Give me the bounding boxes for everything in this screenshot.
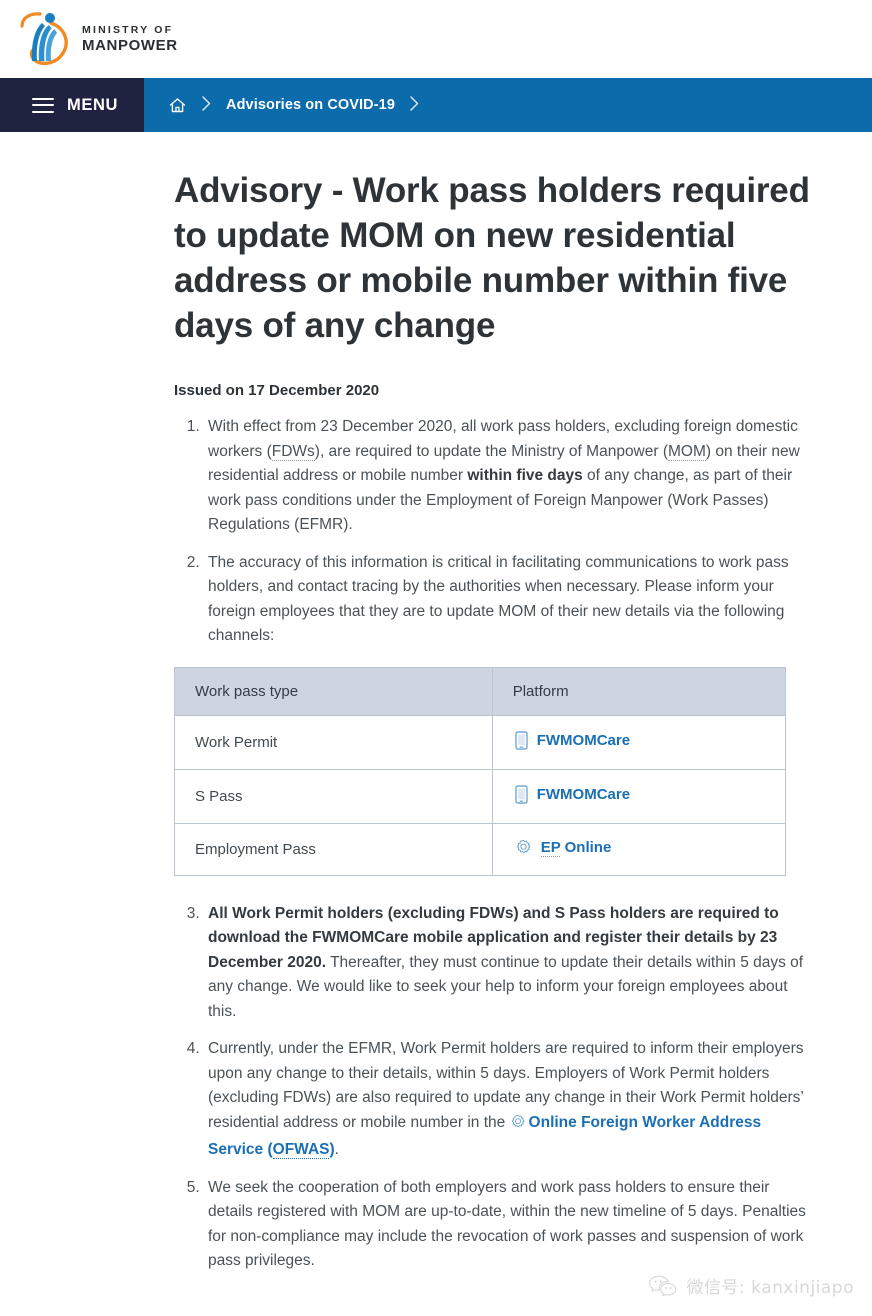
cell-work-pass-type: Work Permit	[174, 714, 493, 770]
mobile-phone-icon	[515, 784, 528, 804]
advisory-list: With effect from 23 December 2020, all w…	[174, 415, 814, 649]
table-row: Work Permit FWMOMCare	[174, 714, 787, 770]
page-title: Advisory - Work pass holders required to…	[174, 171, 810, 345]
link-label: EP Online	[540, 838, 612, 857]
logo-line-2: MANPOWER	[82, 36, 178, 54]
list-item-5: We seek the cooperation of both employer…	[204, 1176, 814, 1274]
issued-date: Issued on 17 December 2020	[174, 382, 380, 399]
mom-logo-icon[interactable]	[18, 9, 74, 69]
site-logo-text: MINISTRY OF MANPOWER	[82, 23, 178, 54]
gear-icon-inline	[510, 1114, 526, 1134]
mobile-phone-icon	[515, 730, 528, 750]
chevron-right-icon-2	[409, 95, 420, 115]
advisory-list-continued: All Work Permit holders (excluding FDWs)…	[174, 902, 814, 1274]
cell-platform: EP Online	[491, 822, 787, 876]
item-1-text: With effect from 23 December 2020, all w…	[208, 418, 800, 533]
link-fwmomcare[interactable]: FWMOMCare	[515, 784, 631, 804]
platform-table: Work pass type Platform Work Permit FWMO…	[174, 666, 787, 876]
abbr-fdws: FDWs	[271, 442, 315, 461]
breadcrumb-item-advisories[interactable]: Advisories on COVID-19	[226, 97, 395, 113]
menu-button[interactable]: MENU	[0, 78, 144, 132]
breadcrumb: Advisories on COVID-19	[144, 78, 872, 132]
abbr-ofwas: OFWAS	[272, 1141, 330, 1159]
chevron-right-icon	[201, 95, 212, 115]
article-content: Advisory - Work pass holders required to…	[0, 132, 872, 1274]
home-icon[interactable]	[168, 96, 187, 115]
hamburger-icon	[32, 97, 54, 113]
col-header-work-pass-type: Work pass type	[174, 666, 493, 716]
gear-icon	[515, 839, 532, 856]
list-item-2: The accuracy of this information is crit…	[204, 551, 814, 649]
list-item-1: With effect from 23 December 2020, all w…	[204, 415, 814, 538]
logo-line-1: MINISTRY OF	[82, 23, 174, 36]
list-item-4: Currently, under the EFMR, Work Permit h…	[204, 1037, 814, 1163]
link-label: FWMOMCare	[536, 731, 631, 749]
col-header-platform: Platform	[491, 666, 787, 716]
link-label-rest: Online	[560, 838, 612, 856]
abbr-mom: MOM	[668, 442, 706, 461]
link-fwmomcare[interactable]: FWMOMCare	[515, 730, 631, 750]
cell-work-pass-type: Employment Pass	[174, 822, 493, 876]
table-header-row: Work pass type Platform	[174, 666, 787, 716]
abbr-ep: EP	[540, 838, 561, 857]
item-5-text: We seek the cooperation of both employer…	[208, 1178, 806, 1270]
item-2-text: The accuracy of this information is crit…	[208, 553, 789, 645]
platform-table-wrap: Work pass type Platform Work Permit FWMO…	[174, 666, 787, 876]
cell-platform: FWMOMCare	[491, 714, 787, 770]
wechat-watermark: 微信号: kanxinjiapo	[648, 1273, 854, 1298]
menu-button-label: MENU	[67, 95, 118, 114]
cell-platform: FWMOMCare	[491, 768, 787, 824]
table-row: Employment Pass EP Online	[174, 822, 787, 876]
site-header: MINISTRY OF MANPOWER	[0, 0, 872, 78]
main-navbar: MENU Advisories on COVID-19	[0, 78, 872, 132]
cell-work-pass-type: S Pass	[174, 768, 493, 824]
item-4-tail: .	[334, 1141, 339, 1158]
link-ep-online[interactable]: EP Online	[515, 838, 612, 857]
item-1-bold: within five days	[467, 467, 583, 484]
watermark-text: 微信号: kanxinjiapo	[686, 1278, 854, 1298]
wechat-icon	[648, 1274, 678, 1298]
list-item-3: All Work Permit holders (excluding FDWs)…	[204, 902, 814, 1025]
link-label: FWMOMCare	[536, 785, 631, 803]
table-row: S Pass FWMOMCare	[174, 768, 787, 824]
